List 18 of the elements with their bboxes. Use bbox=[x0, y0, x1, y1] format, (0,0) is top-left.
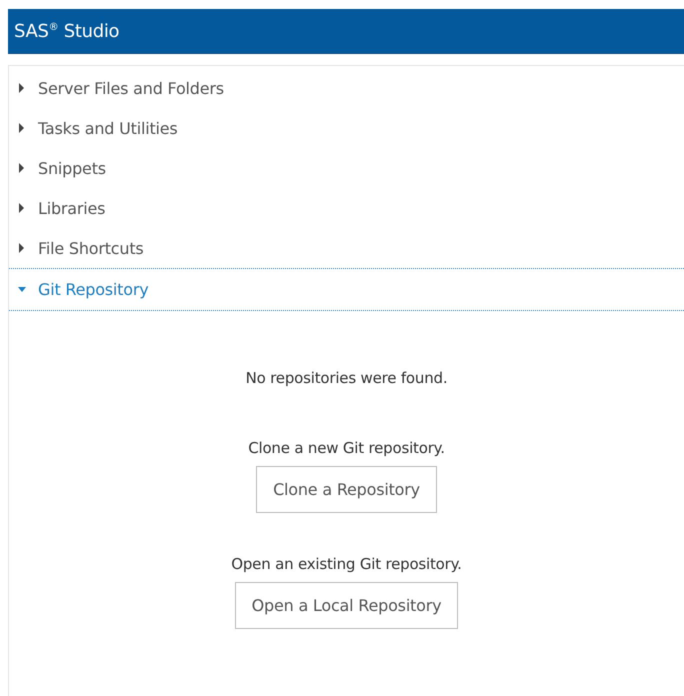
section-header[interactable]: Server Files and Folders bbox=[9, 68, 684, 108]
empty-message: No repositories were found. bbox=[246, 369, 448, 387]
caret-icon bbox=[18, 243, 26, 253]
repository-button[interactable]: Open a Local Repository bbox=[234, 582, 458, 629]
caret-icon bbox=[18, 163, 26, 173]
app-title: SAS$^{®}$ Studio bbox=[14, 20, 120, 42]
caret-icon bbox=[18, 284, 26, 294]
section-header[interactable]: Tasks and Utilities bbox=[9, 108, 684, 148]
action-prompt: Open an existing Git repository. bbox=[231, 555, 462, 573]
repository-button[interactable]: Clone a Repository bbox=[256, 466, 437, 513]
caret-icon bbox=[18, 83, 26, 93]
caret-icon bbox=[18, 123, 26, 133]
section-header[interactable]: Snippets bbox=[9, 148, 684, 188]
caret-icon bbox=[18, 203, 26, 213]
section-header[interactable]: Libraries bbox=[9, 188, 684, 228]
section-header[interactable]: File Shortcuts bbox=[9, 228, 684, 268]
section-header[interactable]: Git Repository bbox=[9, 268, 684, 311]
action-prompt: Clone a new Git repository. bbox=[248, 439, 445, 457]
